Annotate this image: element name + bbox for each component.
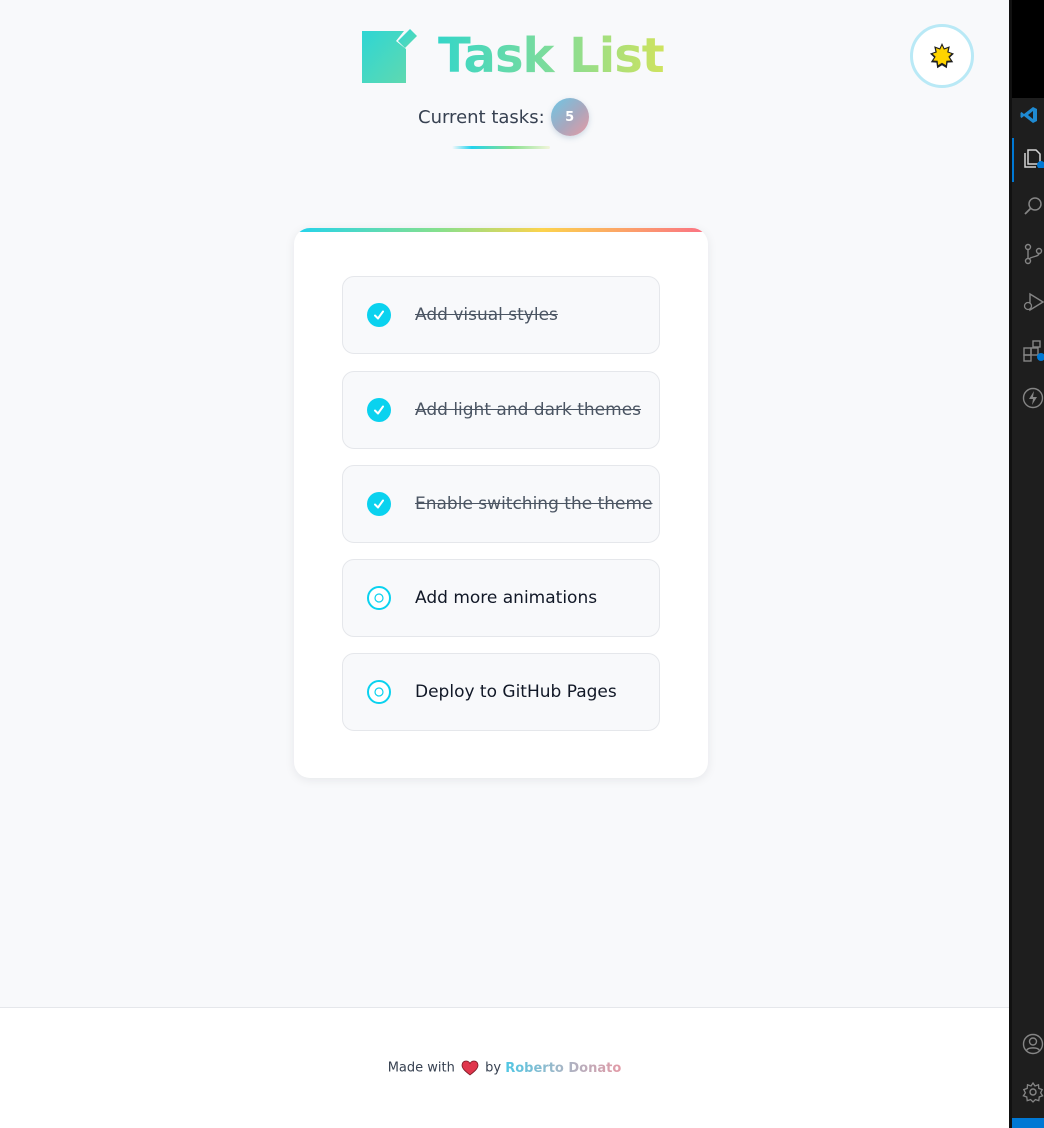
source-control-icon[interactable] <box>1022 243 1044 265</box>
unchecked-circle-icon[interactable] <box>367 680 391 704</box>
status-bar-corner <box>1012 1118 1044 1128</box>
by-text: by <box>485 1060 502 1076</box>
task-label: Add more animations <box>415 588 598 608</box>
vscode-activity-bar <box>1012 0 1044 1128</box>
made-with-text: Made with <box>387 1060 455 1076</box>
task-item[interactable]: Deploy to GitHub Pages <box>342 653 660 731</box>
active-indicator <box>1012 138 1014 182</box>
author-link[interactable]: Roberto Donato <box>505 1061 621 1076</box>
counter-badge: 5 <box>550 98 589 136</box>
checked-circle-icon[interactable] <box>367 398 391 422</box>
settings-gear-icon[interactable] <box>1022 1081 1044 1103</box>
sun-icon <box>930 43 954 69</box>
page-title: Task List <box>438 28 665 84</box>
lightning-icon[interactable] <box>1022 387 1044 409</box>
task-item[interactable]: Enable switching the theme <box>342 465 660 543</box>
task-label: Enable switching the theme <box>415 494 653 514</box>
task-label: Add light and dark themes <box>415 400 642 420</box>
task-label: Add visual styles <box>415 305 558 325</box>
theme-toggle-button[interactable] <box>910 24 974 88</box>
task-label: Deploy to GitHub Pages <box>415 682 617 702</box>
search-icon[interactable] <box>1022 195 1044 217</box>
run-debug-icon[interactable] <box>1022 291 1044 313</box>
title-row: Task List <box>360 24 665 88</box>
footer-credit: Made with by Roberto Donato <box>0 1060 1009 1076</box>
counter-label: Current tasks: <box>418 106 545 128</box>
account-icon[interactable] <box>1022 1033 1044 1055</box>
vscode-logo-icon <box>1020 107 1037 123</box>
task-card: Add visual styles Add light and dark the… <box>294 228 708 778</box>
task-item[interactable]: Add light and dark themes <box>342 371 660 449</box>
task-item[interactable]: Add visual styles <box>342 276 660 354</box>
vscode-title-area <box>1012 0 1044 98</box>
explorer-icon[interactable] <box>1022 146 1044 168</box>
card-accent-bar <box>294 228 708 232</box>
extensions-icon[interactable] <box>1022 340 1044 362</box>
checked-circle-icon[interactable] <box>367 492 391 516</box>
task-item[interactable]: Add more animations <box>342 559 660 637</box>
task-counter: Current tasks: 5 <box>418 98 589 136</box>
header-underline <box>452 146 550 149</box>
checked-circle-icon[interactable] <box>367 303 391 327</box>
footer: Made with by Roberto Donato <box>0 1007 1009 1128</box>
task-list-app: Task List Current tasks: 5 Add visual st… <box>0 0 1009 1128</box>
unchecked-circle-icon[interactable] <box>367 586 391 610</box>
heart-icon <box>461 1060 479 1076</box>
note-icon <box>362 29 417 83</box>
header: Task List Current tasks: 5 <box>0 0 1009 180</box>
